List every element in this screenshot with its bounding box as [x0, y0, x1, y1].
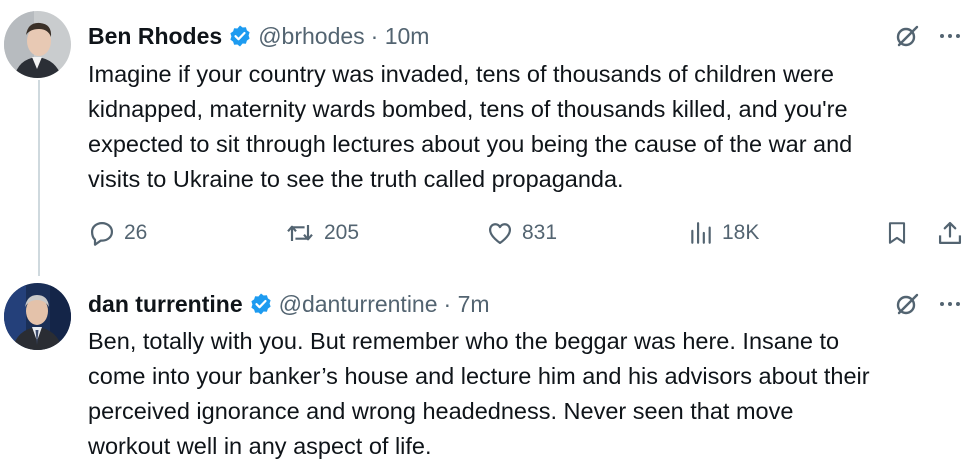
views-count: 18K: [722, 221, 760, 244]
like-button[interactable]: 831: [486, 216, 557, 250]
reply-icon: [88, 219, 116, 247]
author-handle[interactable]: @danturrentine: [279, 291, 438, 318]
share-icon: [936, 219, 964, 247]
reply-count: 26: [124, 221, 148, 244]
header-actions: [894, 287, 962, 321]
tweet-text-line: visits to Ukraine to see the truth calle…: [88, 166, 624, 192]
tweet-header: dan turrentine @danturrentine · 7m: [88, 287, 490, 321]
tweet-text-line: perceived ignorance and wrong headedness…: [88, 398, 794, 424]
author-name[interactable]: Ben Rhodes: [88, 23, 222, 50]
tweet-text-line: Ben, totally with you. But remember who …: [88, 328, 840, 354]
author-handle[interactable]: @brhodes: [258, 23, 364, 50]
repost-count: 205: [324, 221, 360, 244]
bookmark-icon: [884, 219, 910, 247]
more-icon[interactable]: [938, 292, 962, 316]
grok-icon[interactable]: [894, 23, 920, 49]
repost-icon: [284, 219, 316, 247]
views-icon: [688, 220, 714, 246]
more-icon[interactable]: [938, 24, 962, 48]
thread-line: [38, 80, 40, 276]
views-button[interactable]: 18K: [688, 216, 759, 250]
avatar[interactable]: [4, 283, 71, 350]
tweet-text-line: kidnapped, maternity wards bombed, tens …: [88, 96, 848, 122]
grok-icon[interactable]: [894, 291, 920, 317]
like-icon: [486, 219, 514, 247]
author-name[interactable]: dan turrentine: [88, 291, 243, 318]
repost-button[interactable]: 205: [284, 216, 359, 250]
timestamp[interactable]: · 7m: [444, 291, 490, 318]
header-actions: [894, 19, 962, 53]
verified-badge-icon: [228, 24, 252, 48]
tweet-text-line: come into your banker’s house and lectur…: [88, 363, 870, 389]
reply-button[interactable]: 26: [88, 216, 147, 250]
like-count: 831: [522, 221, 558, 244]
bookmark-button[interactable]: [884, 216, 910, 250]
share-button[interactable]: [936, 216, 964, 250]
tweet-actions: 26 205 831 18K: [88, 216, 968, 250]
verified-badge-icon: [249, 292, 273, 316]
tweet-text: Ben, totally with you. But remember who …: [88, 324, 968, 464]
tweet-text: Imagine if your country was invaded, ten…: [88, 57, 968, 197]
tweet-text-line: workout well in any aspect of life.: [88, 433, 432, 459]
tweet-text-line: expected to sit through lectures about y…: [88, 131, 853, 157]
tweet-header: Ben Rhodes @brhodes · 10m: [88, 19, 429, 53]
timestamp[interactable]: · 10m: [371, 23, 430, 50]
avatar[interactable]: [4, 11, 71, 78]
tweet-text-line: Imagine if your country was invaded, ten…: [88, 61, 834, 87]
